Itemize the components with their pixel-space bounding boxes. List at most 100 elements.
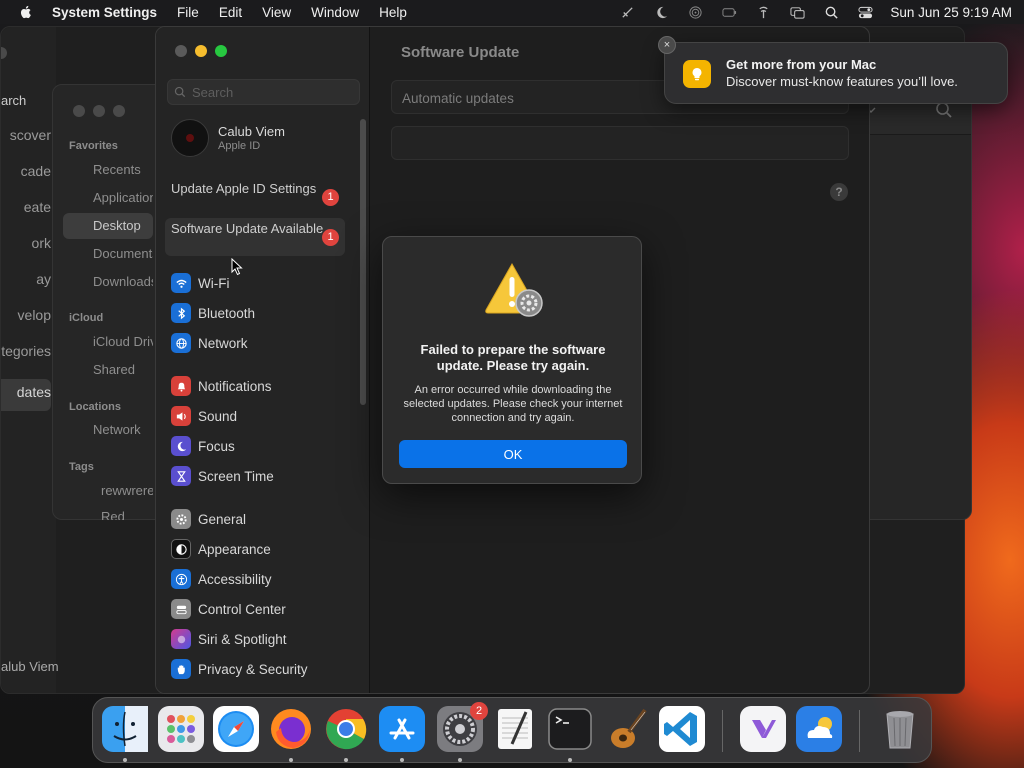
- update-status-row: [391, 126, 849, 160]
- sidebar-item-desktop[interactable]: Desktop: [63, 213, 153, 239]
- finder-back-search-label[interactable]: arch: [1, 87, 51, 115]
- close-button[interactable]: [73, 105, 85, 117]
- launchpad-icon[interactable]: [158, 706, 204, 752]
- sidebar-item-applications[interactable]: Applications: [63, 185, 153, 211]
- update-apple-id-settings-item[interactable]: Update Apple ID Settings 1: [165, 178, 345, 216]
- alert-label: Software Update Available: [171, 221, 324, 236]
- garageband-icon[interactable]: [603, 706, 649, 752]
- appearance-icon: [171, 539, 191, 559]
- weather-icon[interactable]: [796, 706, 842, 752]
- sidebar-item-icloud-drive[interactable]: iCloud Drive: [63, 329, 153, 355]
- minimize-button[interactable]: [195, 45, 207, 57]
- finder-icon[interactable]: [102, 706, 148, 752]
- sidebar-item-tag[interactable]: rewwrerer: [63, 478, 153, 504]
- screen-mirroring-icon[interactable]: [780, 2, 814, 22]
- sidebar-item-downloads[interactable]: Downloads: [63, 269, 153, 295]
- sidebar-item-network[interactable]: Network: [171, 332, 248, 354]
- chrome-icon[interactable]: [323, 706, 369, 752]
- moon-icon[interactable]: [644, 2, 678, 22]
- search-input[interactable]: [192, 84, 352, 100]
- alert-badge: 1: [322, 229, 339, 246]
- menu-clock[interactable]: Sun Jun 25 9:19 AM: [890, 5, 1012, 20]
- sidebar-item-screen-time[interactable]: Screen Time: [171, 465, 274, 487]
- trash-icon[interactable]: [877, 706, 923, 752]
- safari-icon[interactable]: [213, 706, 259, 752]
- spotlight-search-icon[interactable]: [814, 2, 848, 22]
- sidebar-item-privacy-security[interactable]: Privacy & Security: [171, 658, 308, 680]
- airdrop-icon[interactable]: [678, 2, 712, 22]
- sidebar-item-accessibility[interactable]: Accessibility: [171, 568, 272, 590]
- bluetooth-icon: [171, 303, 191, 323]
- terminal-icon[interactable]: [547, 706, 593, 752]
- sidebar-scrollbar[interactable]: [360, 119, 366, 405]
- tips-notification[interactable]: × Get more from your Mac Discover must-k…: [658, 36, 1008, 104]
- sidebar-item-network[interactable]: Network: [63, 417, 153, 443]
- wifi-status-icon[interactable]: [746, 2, 780, 22]
- sidebar-item-wifi[interactable]: Wi-Fi: [171, 272, 229, 294]
- warning-icon: [485, 262, 543, 317]
- finder-back-nav-item[interactable]: ork: [1, 235, 51, 263]
- hourglass-icon: [171, 466, 191, 486]
- sidebar-item-notifications[interactable]: Notifications: [171, 375, 272, 397]
- dock-separator: [722, 710, 723, 752]
- control-center-icon[interactable]: [848, 2, 882, 22]
- sidebar-item-label: Notifications: [198, 378, 272, 394]
- apple-menu-icon[interactable]: [18, 4, 34, 20]
- notification-close-icon[interactable]: ×: [658, 36, 676, 54]
- finder-back-nav-item[interactable]: scover: [1, 127, 51, 155]
- sidebar-item-focus[interactable]: Focus: [171, 435, 235, 457]
- visual-studio-icon[interactable]: [740, 706, 786, 752]
- firefox-icon[interactable]: [268, 706, 314, 752]
- gear-icon: [171, 509, 191, 529]
- close-button[interactable]: [1, 47, 7, 59]
- running-indicator: [289, 758, 293, 762]
- vscode-icon[interactable]: [659, 706, 705, 752]
- textedit-icon[interactable]: [492, 706, 538, 752]
- sidebar-item-shared[interactable]: Shared: [63, 357, 153, 383]
- sidebar-item-documents[interactable]: Documents: [63, 241, 153, 267]
- zoom-button[interactable]: [215, 45, 227, 57]
- minimize-button[interactable]: [93, 105, 105, 117]
- running-indicator: [400, 758, 404, 762]
- accessibility-icon: [171, 569, 191, 589]
- sidebar-item-tag[interactable]: Red: [63, 504, 153, 520]
- sidebar-section-tags: Tags: [69, 461, 94, 473]
- control-center-icon: [171, 599, 191, 619]
- finder-back-nav-item[interactable]: tegories: [1, 343, 51, 371]
- ok-button[interactable]: OK: [399, 440, 627, 468]
- menu-edit[interactable]: Edit: [219, 5, 242, 20]
- settings-search[interactable]: [167, 79, 360, 105]
- software-update-available-item[interactable]: Software Update Available 1: [165, 218, 345, 256]
- sidebar-item-sound[interactable]: Sound: [171, 405, 237, 427]
- apple-id-row[interactable]: Calub Viem Apple ID: [171, 119, 285, 157]
- sidebar-item-bluetooth[interactable]: Bluetooth: [171, 302, 255, 324]
- close-button[interactable]: [175, 45, 187, 57]
- menu-window[interactable]: Window: [311, 5, 359, 20]
- sidebar-item-appearance[interactable]: Appearance: [171, 538, 271, 560]
- notification-title: Get more from your Mac: [726, 57, 877, 72]
- finder-back-nav-item-active[interactable]: dates: [1, 379, 51, 411]
- sidebar-item-control-center[interactable]: Control Center: [171, 598, 286, 620]
- sidebar-item-label: Screen Time: [198, 468, 274, 484]
- pen-off-icon[interactable]: [610, 2, 644, 22]
- menu-app-name[interactable]: System Settings: [52, 5, 157, 20]
- sidebar-item-siri-spotlight[interactable]: Siri & Spotlight: [171, 628, 287, 650]
- app-store-icon[interactable]: [379, 706, 425, 752]
- automatic-updates-label: Automatic updates: [402, 91, 514, 106]
- finder-back-nav-item[interactable]: velop: [1, 307, 51, 335]
- menu-file[interactable]: File: [177, 5, 199, 20]
- finder-back-nav-item[interactable]: cade: [1, 163, 51, 191]
- help-button[interactable]: ?: [830, 183, 848, 201]
- globe-icon: [171, 333, 191, 353]
- finder-back-nav-item[interactable]: ay: [1, 271, 51, 299]
- sidebar-item-recents[interactable]: Recents: [63, 157, 153, 183]
- menu-help[interactable]: Help: [379, 5, 407, 20]
- sidebar-item-general[interactable]: General: [171, 508, 246, 530]
- finder-back-user-name[interactable]: alub Viem: [1, 659, 59, 674]
- avatar: [171, 119, 209, 157]
- zoom-button[interactable]: [113, 105, 125, 117]
- sidebar-item-label: Appearance: [198, 541, 271, 557]
- menu-view[interactable]: View: [262, 5, 291, 20]
- finder-back-nav-item[interactable]: eate: [1, 199, 51, 227]
- battery-icon[interactable]: [712, 2, 746, 22]
